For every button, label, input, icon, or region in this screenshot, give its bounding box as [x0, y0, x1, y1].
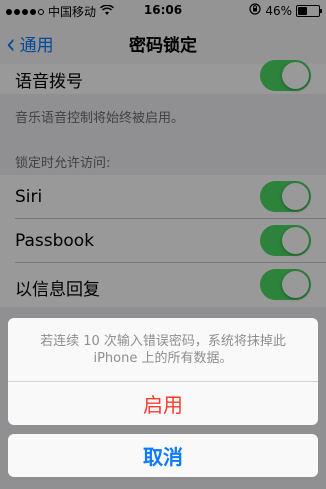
- action-sheet-message: 若连续 10 次输入错误密码，系统将抹掉此 iPhone 上的所有数据。: [8, 318, 318, 382]
- cancel-button[interactable]: 取消: [8, 434, 318, 477]
- cancel-sheet: 取消: [8, 434, 318, 477]
- action-sheet: 若连续 10 次输入错误密码，系统将抹掉此 iPhone 上的所有数据。 启用: [8, 318, 318, 425]
- enable-button[interactable]: 启用: [8, 382, 318, 425]
